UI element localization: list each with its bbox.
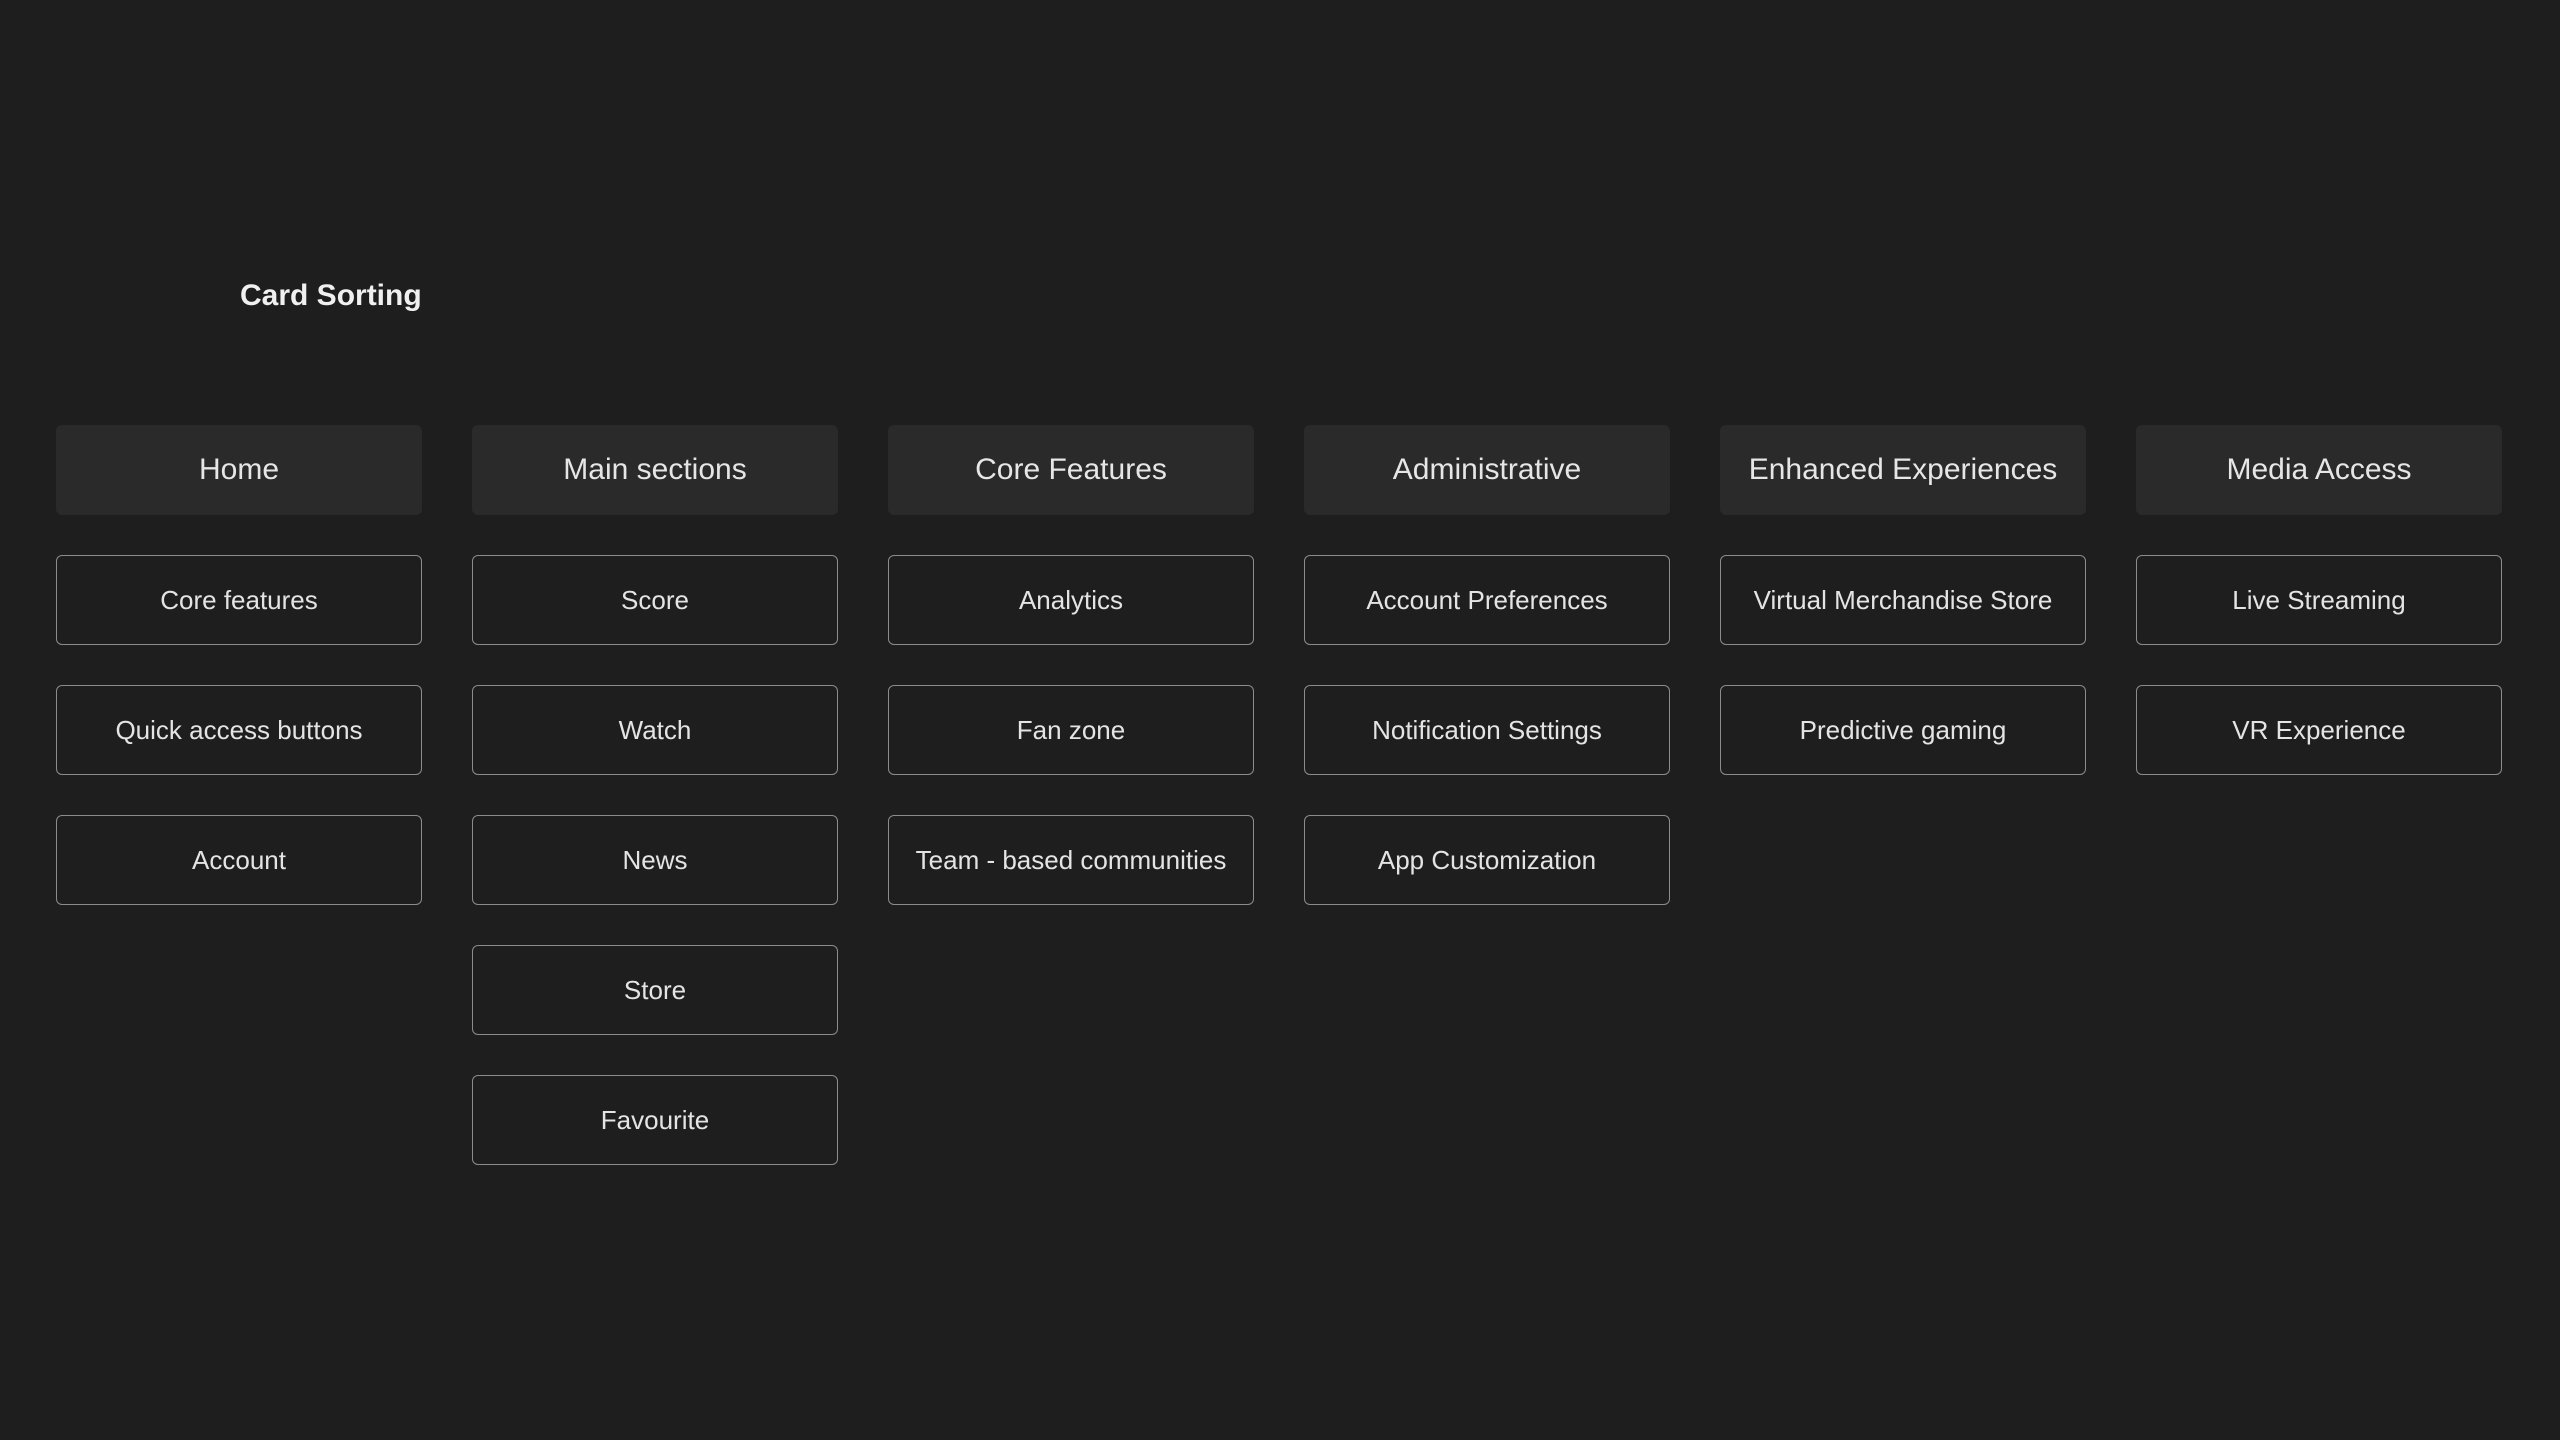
column-media-access: Media Access Live Streaming VR Experienc… xyxy=(2136,425,2502,1165)
column-enhanced-experiences: Enhanced Experiences Virtual Merchandise… xyxy=(1720,425,2086,1165)
card[interactable]: Score xyxy=(472,555,838,645)
page-title: Card Sorting xyxy=(240,279,422,312)
card-sorting-page: Card Sorting Home Core features Quick ac… xyxy=(0,0,2560,1440)
column-administrative: Administrative Account Preferences Notif… xyxy=(1304,425,1670,1165)
column-main-sections: Main sections Score Watch News Store Fav… xyxy=(472,425,838,1165)
column-header: Core Features xyxy=(888,425,1254,515)
card-list: Live Streaming VR Experience xyxy=(2136,555,2502,775)
card[interactable]: Account Preferences xyxy=(1304,555,1670,645)
column-header: Main sections xyxy=(472,425,838,515)
card-list: Virtual Merchandise Store Predictive gam… xyxy=(1720,555,2086,775)
card-sorting-board: Home Core features Quick access buttons … xyxy=(56,425,2502,1165)
card[interactable]: News xyxy=(472,815,838,905)
card[interactable]: Favourite xyxy=(472,1075,838,1165)
card[interactable]: Live Streaming xyxy=(2136,555,2502,645)
card[interactable]: Core features xyxy=(56,555,422,645)
card-list: Core features Quick access buttons Accou… xyxy=(56,555,422,905)
card[interactable]: Quick access buttons xyxy=(56,685,422,775)
card[interactable]: Account xyxy=(56,815,422,905)
column-home: Home Core features Quick access buttons … xyxy=(56,425,422,1165)
card[interactable]: Notification Settings xyxy=(1304,685,1670,775)
column-header: Media Access xyxy=(2136,425,2502,515)
card[interactable]: Analytics xyxy=(888,555,1254,645)
card[interactable]: Store xyxy=(472,945,838,1035)
card[interactable]: Team - based communities xyxy=(888,815,1254,905)
column-header: Home xyxy=(56,425,422,515)
card[interactable]: Predictive gaming xyxy=(1720,685,2086,775)
card-list: Score Watch News Store Favourite xyxy=(472,555,838,1165)
card[interactable]: VR Experience xyxy=(2136,685,2502,775)
card[interactable]: Virtual Merchandise Store xyxy=(1720,555,2086,645)
column-header: Enhanced Experiences xyxy=(1720,425,2086,515)
card-list: Analytics Fan zone Team - based communit… xyxy=(888,555,1254,905)
column-core-features: Core Features Analytics Fan zone Team - … xyxy=(888,425,1254,1165)
card-list: Account Preferences Notification Setting… xyxy=(1304,555,1670,905)
card[interactable]: Fan zone xyxy=(888,685,1254,775)
card[interactable]: App Customization xyxy=(1304,815,1670,905)
card[interactable]: Watch xyxy=(472,685,838,775)
column-header: Administrative xyxy=(1304,425,1670,515)
